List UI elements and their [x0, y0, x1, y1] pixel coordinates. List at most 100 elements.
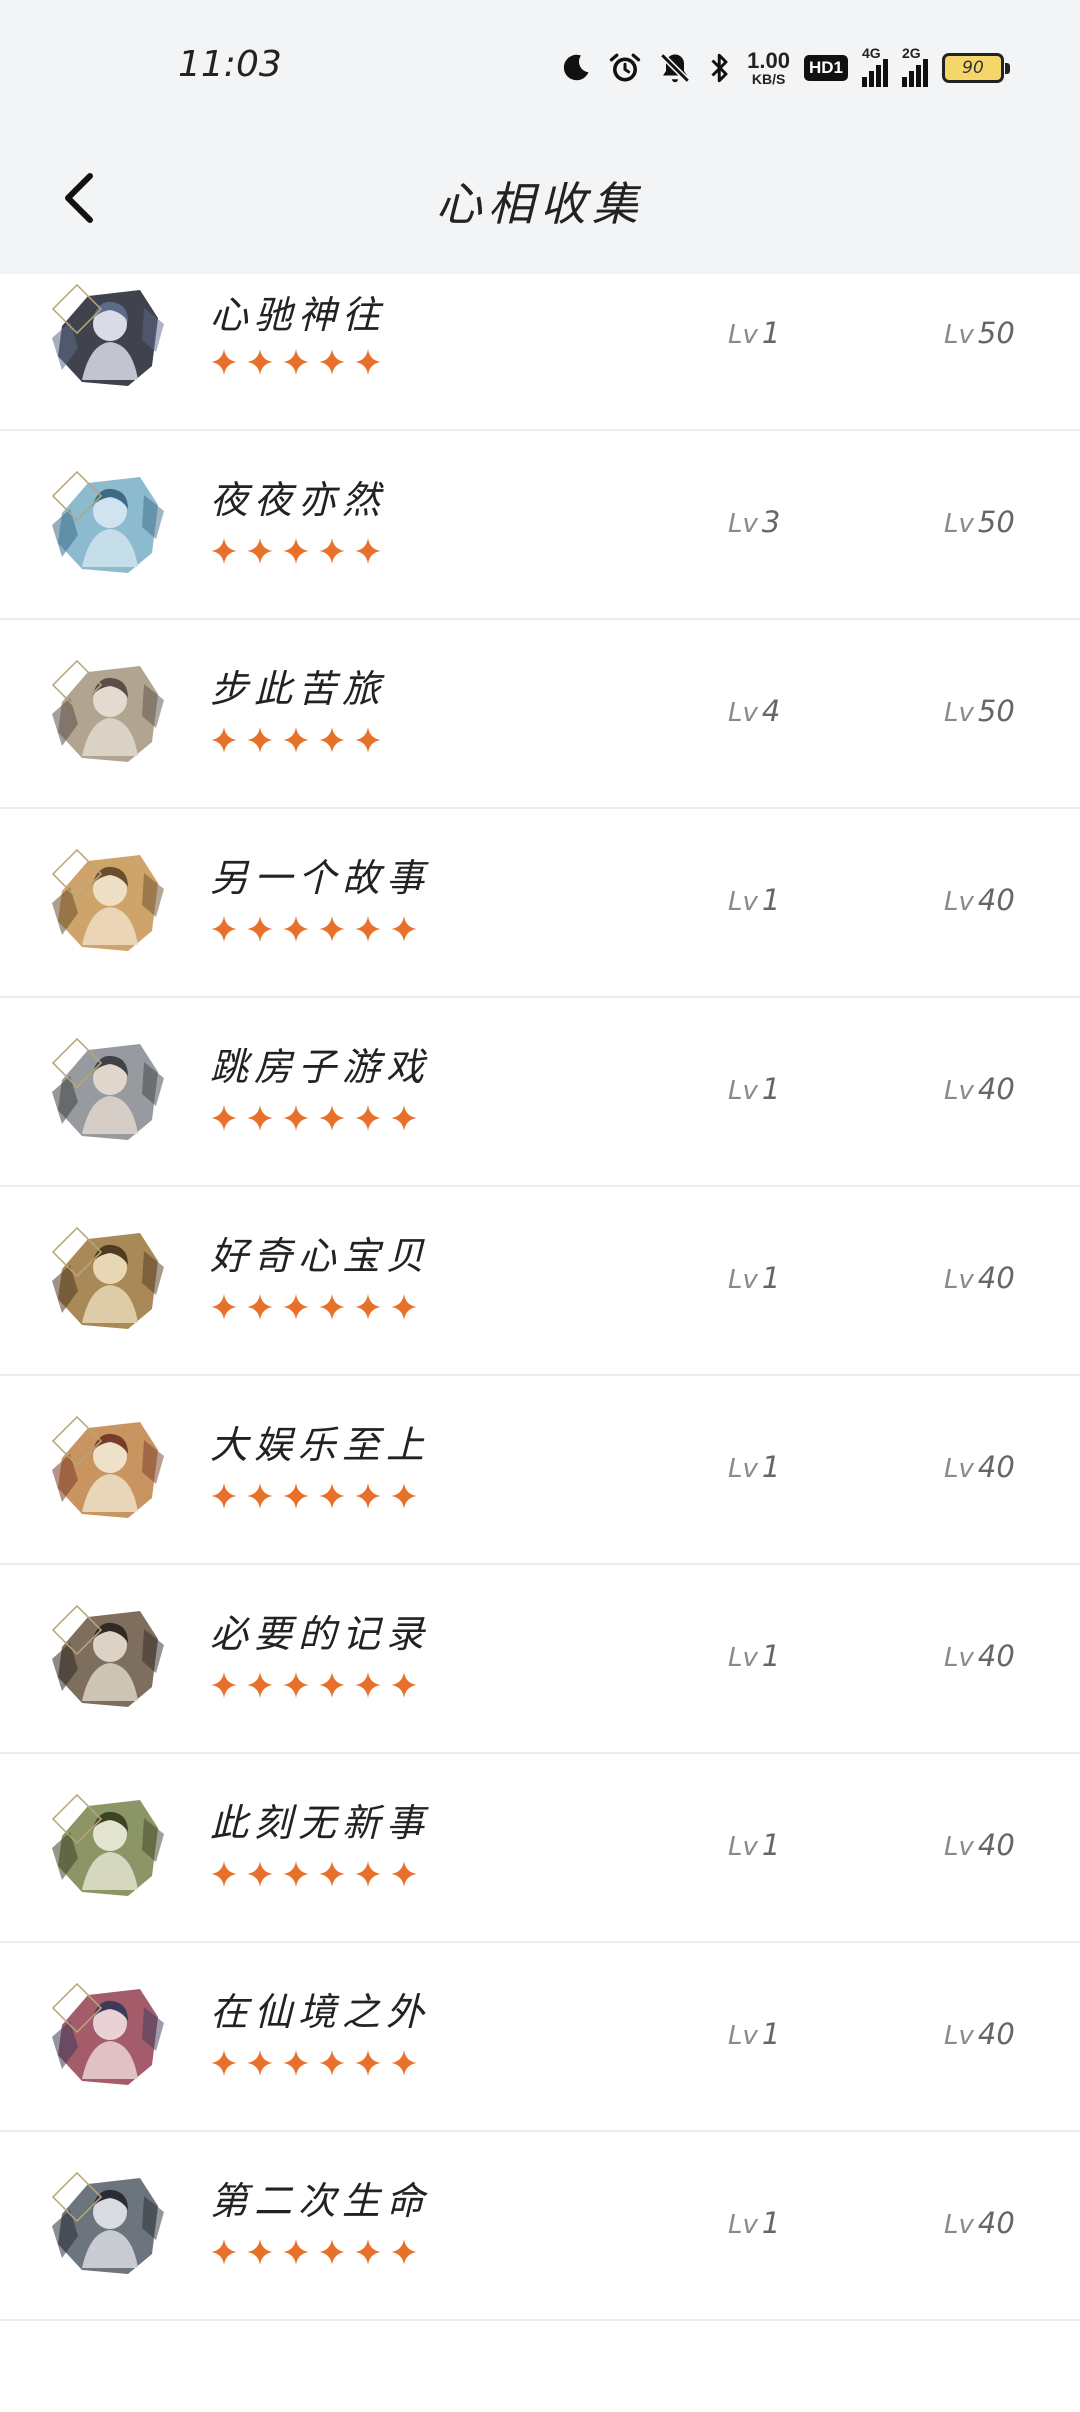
star-icon — [318, 1293, 346, 1321]
level-value: 40 — [977, 1828, 1015, 1862]
current-level: Lv 1 — [728, 883, 780, 917]
level-prefix: Lv — [944, 2210, 974, 2240]
star-icon — [282, 1860, 310, 1888]
status-time: 11:03 — [178, 44, 282, 85]
max-level: Lv 40 — [944, 1450, 1015, 1484]
level-prefix: Lv — [728, 1832, 758, 1862]
list-item[interactable]: 必要的记录 Lv 1 Lv 40 — [0, 1565, 1080, 1754]
star-icon — [210, 2238, 238, 2266]
star-icon — [282, 2049, 310, 2077]
star-icon — [390, 2049, 418, 2077]
star-icon — [354, 2238, 382, 2266]
max-level: Lv 40 — [944, 883, 1015, 917]
star-icon — [282, 1482, 310, 1510]
card-portrait — [48, 2166, 168, 2286]
card-portrait — [48, 1788, 168, 1908]
star-icon — [246, 1104, 274, 1132]
star-icon — [354, 1104, 382, 1132]
star-icon — [246, 1482, 274, 1510]
level-prefix: Lv — [728, 509, 758, 539]
level-value: 1 — [761, 883, 781, 917]
page-title: 心相收集 — [436, 177, 644, 231]
bluetooth-icon — [707, 50, 733, 86]
list-item[interactable]: 夜夜亦然 Lv 3 Lv 50 — [0, 431, 1080, 620]
list-item[interactable]: 跳房子游戏 Lv 1 Lv 40 — [0, 998, 1080, 1187]
list-item[interactable]: 此刻无新事 Lv 1 Lv 40 — [0, 1754, 1080, 1943]
level-prefix: Lv — [728, 1454, 758, 1484]
star-icon — [354, 537, 382, 565]
star-icon — [318, 537, 346, 565]
level-value: 40 — [977, 883, 1015, 917]
list-item[interactable]: 大娱乐至上 Lv 1 Lv 40 — [0, 1376, 1080, 1565]
list-item[interactable]: 心驰神往 Lv 1 Lv 50 — [0, 274, 1080, 431]
item-name: 第二次生命 — [210, 2179, 431, 2223]
level-prefix: Lv — [944, 509, 974, 539]
status-icons: 1.00 KB/S HD1 4G 2G 90 — [559, 44, 1010, 92]
level-value: 40 — [977, 2017, 1015, 2051]
network-speed: 1.00 KB/S — [747, 48, 790, 87]
level-value: 1 — [761, 1261, 781, 1295]
item-name: 跳房子游戏 — [210, 1045, 431, 1089]
level-value: 1 — [761, 1450, 781, 1484]
max-level: Lv 50 — [944, 694, 1015, 728]
item-name: 此刻无新事 — [210, 1801, 431, 1845]
level-value: 50 — [977, 316, 1015, 350]
star-icon — [246, 2049, 274, 2077]
level-value: 1 — [761, 1639, 781, 1673]
star-icon — [354, 1482, 382, 1510]
level-prefix: Lv — [944, 698, 974, 728]
current-level: Lv 1 — [728, 316, 780, 350]
max-level: Lv 40 — [944, 1828, 1015, 1862]
level-prefix: Lv — [944, 1454, 974, 1484]
level-prefix: Lv — [944, 1643, 974, 1673]
card-portrait — [48, 654, 168, 774]
level-value: 3 — [761, 505, 781, 539]
network-speed-value: 1.00 — [747, 48, 790, 73]
star-rating — [210, 2238, 418, 2266]
star-icon — [318, 348, 346, 376]
card-portrait — [48, 1221, 168, 1341]
level-prefix: Lv — [944, 2021, 974, 2051]
level-prefix: Lv — [728, 887, 758, 917]
level-prefix: Lv — [944, 320, 974, 350]
star-icon — [354, 1671, 382, 1699]
list-item[interactable]: 第二次生命 Lv 1 Lv 40 — [0, 2132, 1080, 2321]
item-name: 在仙境之外 — [210, 1990, 431, 2034]
item-name: 另一个故事 — [210, 856, 431, 900]
signal-2g-label: 2G — [902, 45, 921, 61]
star-icon — [210, 915, 238, 943]
list-item[interactable]: 在仙境之外 Lv 1 Lv 40 — [0, 1943, 1080, 2132]
item-name: 步此苦旅 — [210, 667, 387, 711]
level-value: 1 — [761, 1828, 781, 1862]
star-icon — [210, 537, 238, 565]
signal-4g-icon: 4G — [862, 45, 888, 87]
current-level: Lv 1 — [728, 1261, 780, 1295]
level-value: 1 — [761, 2206, 781, 2240]
star-icon — [246, 2238, 274, 2266]
level-prefix: Lv — [944, 1832, 974, 1862]
star-icon — [354, 726, 382, 754]
level-prefix: Lv — [728, 698, 758, 728]
list-item[interactable]: 好奇心宝贝 Lv 1 Lv 40 — [0, 1187, 1080, 1376]
star-icon — [390, 1860, 418, 1888]
level-prefix: Lv — [944, 1265, 974, 1295]
list-item[interactable]: 步此苦旅 Lv 4 Lv 50 — [0, 620, 1080, 809]
star-icon — [390, 1293, 418, 1321]
star-icon — [246, 1860, 274, 1888]
level-value: 1 — [761, 1072, 781, 1106]
max-level: Lv 40 — [944, 2017, 1015, 2051]
star-icon — [282, 1104, 310, 1132]
current-level: Lv 1 — [728, 1072, 780, 1106]
star-icon — [354, 2049, 382, 2077]
level-value: 1 — [761, 2017, 781, 2051]
star-icon — [210, 1671, 238, 1699]
star-icon — [282, 537, 310, 565]
list-item[interactable]: 另一个故事 Lv 1 Lv 40 — [0, 809, 1080, 998]
star-icon — [282, 1671, 310, 1699]
mute-icon — [657, 50, 693, 86]
card-portrait — [48, 278, 168, 398]
star-icon — [390, 1104, 418, 1132]
star-icon — [318, 1482, 346, 1510]
level-prefix: Lv — [728, 2021, 758, 2051]
level-value: 50 — [977, 694, 1015, 728]
